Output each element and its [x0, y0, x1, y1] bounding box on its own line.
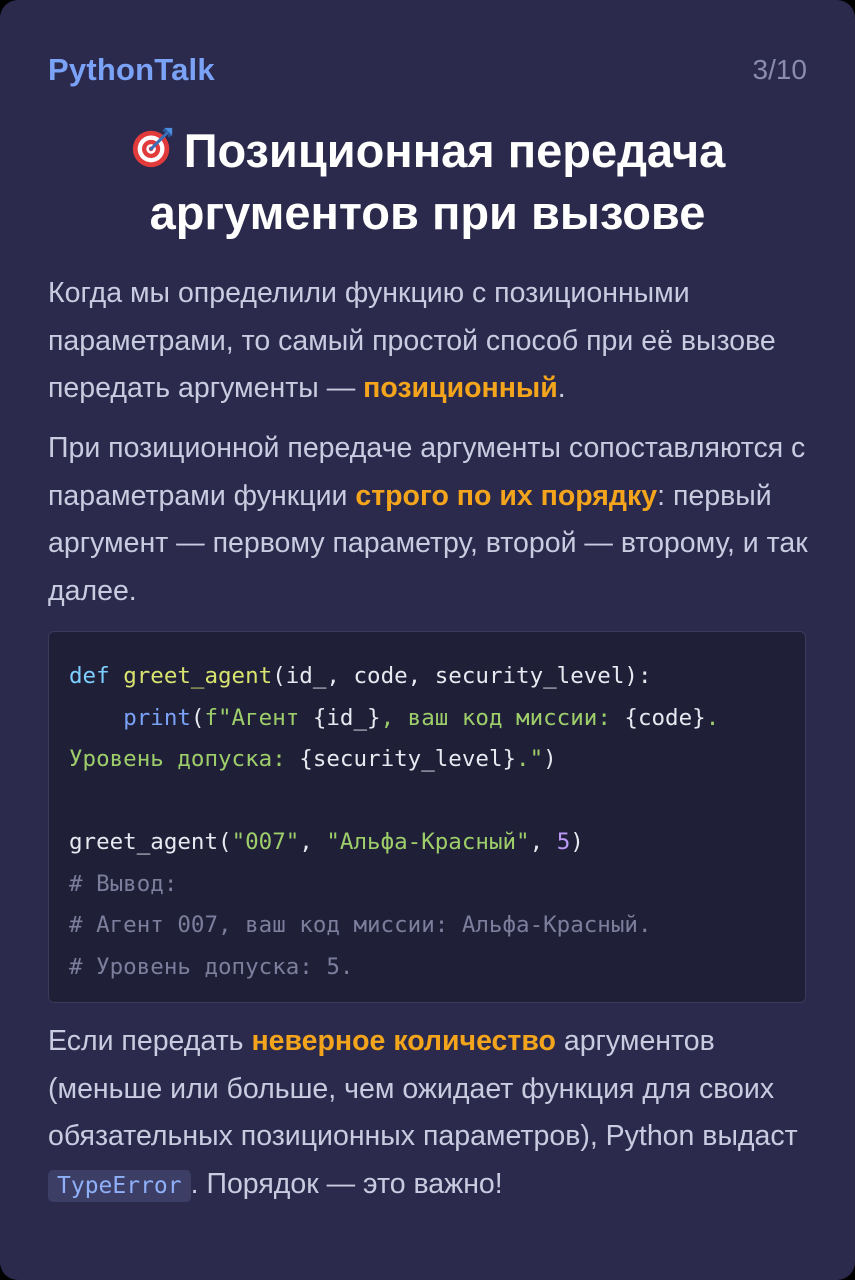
code-fstring-start: f"Агент [204, 704, 313, 731]
code-line-call: greet_agent("007", "Альфа-Красный", 5) [69, 822, 805, 864]
code-fstring-level: Уровень допуска: [69, 746, 300, 772]
title-line-1-text: Позиционная передача [183, 124, 726, 177]
highlight-strict-order: строго по их порядку [355, 479, 658, 512]
code-block: def greet_agent(id_, code, security_leve… [48, 631, 806, 1003]
dart-target-icon [132, 127, 172, 168]
code-comment-agent: # Агент 007, ваш код миссии: Альфа-Красн… [69, 912, 652, 938]
paragraph-error: Если передать неверное количество аргуме… [48, 1018, 815, 1210]
code-var-code: {code} [624, 704, 706, 731]
code-arg-code: "Альфа-Красный" [326, 829, 530, 855]
slide-title: Позиционная передача аргументов при вызо… [30, 120, 825, 244]
paragraph-order: При позиционной передаче аргументы сопос… [48, 425, 815, 615]
code-builtin-print: print [123, 704, 191, 731]
paragraph-intro: Когда мы определили функцию с позиционны… [48, 270, 815, 413]
page-counter: 3/10 [752, 54, 808, 85]
code-line-print: print(f"Агент {id_}, ваш код миссии: {co… [69, 698, 805, 740]
code-keyword-def: def [69, 663, 110, 689]
paragraph-intro-end: . [557, 372, 566, 404]
code-fstring-dot: . [705, 704, 720, 731]
code-var-id: {id_} [312, 704, 381, 731]
code-sep-2: , [529, 829, 557, 855]
paragraph-error-end: . Порядок — это важно! [190, 1167, 503, 1200]
code-arg-id: "007" [231, 829, 300, 855]
inline-code-typeerror: TypeError [48, 1169, 191, 1202]
code-close-paren: ) [543, 746, 557, 772]
code-call-close: ) [570, 829, 584, 855]
code-comment-output: # Вывод: [69, 870, 178, 897]
highlight-positional: позиционный [363, 372, 558, 404]
code-call-name: greet_agent( [69, 829, 232, 855]
code-fstring-end: ." [516, 746, 544, 772]
code-comment-level: # Уровень допуска: 5. [69, 953, 354, 980]
code-params: (id_, code, security_level): [272, 663, 652, 689]
code-var-security-level: {security_level} [299, 746, 517, 772]
code-function-name: greet_agent [123, 663, 273, 689]
highlight-wrong-count: неверное количество [251, 1025, 556, 1057]
code-line-def: def greet_agent(id_, code, security_leve… [69, 656, 805, 698]
code-line-print-cont: Уровень допуска: {security_level}.") [69, 739, 805, 781]
code-sep-1: , [299, 829, 327, 855]
title-line-1: Позиционная передача [130, 124, 726, 177]
brand-name: PythonTalk [48, 52, 215, 87]
title-line-2: аргументов при вызове [149, 186, 706, 239]
paragraph-error-start: Если передать [48, 1025, 252, 1057]
slide-card: PythonTalk 3/10 Позиционная передача арг… [0, 0, 855, 1280]
code-arg-level: 5 [556, 829, 571, 855]
code-fstring-mid: , ваш код миссии: [380, 704, 625, 731]
code-open-paren: ( [190, 704, 205, 731]
